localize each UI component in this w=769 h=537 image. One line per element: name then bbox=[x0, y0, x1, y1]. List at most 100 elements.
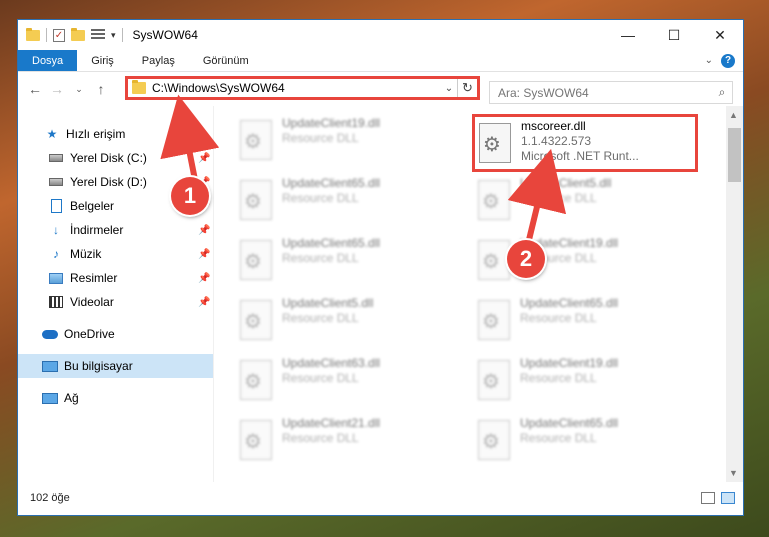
file-item[interactable]: UpdateClient21.dllResource DLL bbox=[240, 416, 460, 472]
folder-icon bbox=[132, 80, 146, 94]
disk-icon bbox=[48, 175, 64, 189]
vertical-scrollbar[interactable]: ▲ ▼ bbox=[726, 106, 743, 482]
file-type: Resource DLL bbox=[520, 191, 597, 205]
file-type: Resource DLL bbox=[282, 371, 359, 385]
properties-check-icon[interactable]: ✓ bbox=[53, 28, 65, 42]
dll-file-icon bbox=[240, 120, 272, 160]
maximize-button[interactable]: ☐ bbox=[651, 20, 697, 50]
file-item[interactable]: UpdateClient65.dllResource DLL bbox=[478, 416, 698, 472]
file-item[interactable]: UpdateClient63.dllResource DLL bbox=[240, 356, 460, 412]
refresh-icon[interactable]: ↻ bbox=[457, 79, 477, 97]
scroll-up-icon[interactable]: ▲ bbox=[729, 110, 738, 120]
folder-icon[interactable] bbox=[26, 27, 40, 41]
sidebar-item-label: Yerel Disk (D:) bbox=[70, 175, 147, 189]
back-arrow-icon[interactable]: ← bbox=[24, 81, 46, 97]
file-item[interactable]: UpdateClient19.dllResource DLL bbox=[240, 116, 460, 172]
file-item[interactable]: UpdateClient19.dllResource DLL bbox=[478, 356, 698, 412]
file-item[interactable]: UpdateClient5.dllResource DLL bbox=[240, 296, 460, 352]
window-controls: — ☐ ✕ bbox=[605, 20, 743, 50]
network-icon bbox=[42, 391, 58, 405]
sidebar-item-downloads[interactable]: ↓ İndirmeler 📌 bbox=[18, 218, 213, 242]
file-name: UpdateClient5.dll bbox=[520, 176, 612, 190]
dll-file-icon bbox=[478, 240, 510, 280]
pin-icon[interactable]: 📌 bbox=[198, 153, 210, 164]
file-item[interactable]: UpdateClient5.dllResource DLL bbox=[478, 176, 698, 232]
tab-file[interactable]: Dosya bbox=[18, 50, 78, 71]
title-bar: ✓ ▾ SysWOW64 — ☐ ✕ bbox=[18, 20, 743, 50]
item-count: 102 öğe bbox=[30, 492, 70, 504]
file-type: Resource DLL bbox=[520, 311, 597, 325]
sidebar-item-label: Ağ bbox=[64, 391, 79, 405]
file-item[interactable]: UpdateClient65.dllResource DLL bbox=[240, 176, 460, 232]
file-type: Resource DLL bbox=[282, 431, 359, 445]
file-name: UpdateClient5.dll bbox=[282, 296, 374, 310]
dll-file-icon bbox=[240, 180, 272, 220]
tiles-view-icon[interactable] bbox=[721, 492, 735, 504]
minimize-button[interactable]: — bbox=[605, 20, 651, 50]
sidebar-item-videos[interactable]: Videolar 📌 bbox=[18, 290, 213, 314]
file-list: UpdateClient19.dllResource DLL UpdateCli… bbox=[214, 106, 743, 482]
close-button[interactable]: ✕ bbox=[697, 20, 743, 50]
separator bbox=[46, 28, 47, 42]
customize-icon[interactable] bbox=[91, 29, 105, 41]
file-type: Resource DLL bbox=[282, 191, 359, 205]
customize-dropdown-icon[interactable]: ▾ bbox=[111, 30, 116, 41]
sidebar-item-music[interactable]: ♪ Müzik 📌 bbox=[18, 242, 213, 266]
step-badge-1: 1 bbox=[171, 177, 209, 215]
ribbon-tabs: Dosya Giriş Paylaş Görünüm ⌄ ? bbox=[18, 50, 743, 72]
main-content: ★ Hızlı erişim Yerel Disk (C:) 📌 Yerel D… bbox=[18, 106, 743, 482]
address-path[interactable]: C:\Windows\SysWOW64 bbox=[152, 81, 441, 95]
sidebar-item-disk-c[interactable]: Yerel Disk (C:) 📌 bbox=[18, 146, 213, 170]
scroll-thumb[interactable] bbox=[728, 128, 741, 182]
scroll-down-icon[interactable]: ▼ bbox=[729, 468, 738, 478]
pin-icon[interactable]: 📌 bbox=[198, 273, 210, 284]
sidebar-item-label: Yerel Disk (C:) bbox=[70, 151, 147, 165]
file-version: 1.1.4322.573 bbox=[521, 134, 592, 148]
new-folder-icon[interactable] bbox=[71, 27, 85, 41]
ribbon-help-area: ⌄ ? bbox=[705, 50, 743, 71]
recent-locations-icon[interactable]: ⌄ bbox=[68, 84, 90, 95]
sidebar-item-quick-access[interactable]: ★ Hızlı erişim bbox=[18, 122, 213, 146]
navigation-pane: ★ Hızlı erişim Yerel Disk (C:) 📌 Yerel D… bbox=[18, 106, 214, 482]
disk-icon bbox=[48, 151, 64, 165]
window-title: SysWOW64 bbox=[132, 28, 198, 42]
sidebar-item-this-pc[interactable]: Bu bilgisayar bbox=[18, 354, 213, 378]
status-bar: 102 öğe bbox=[18, 481, 743, 515]
pin-icon[interactable]: 📌 bbox=[198, 297, 210, 308]
pin-icon[interactable]: 📌 bbox=[198, 225, 210, 236]
forward-arrow-icon[interactable]: → bbox=[46, 81, 68, 97]
up-arrow-icon[interactable]: ↑ bbox=[90, 81, 112, 97]
sidebar-item-onedrive[interactable]: OneDrive bbox=[18, 322, 213, 346]
pin-icon[interactable]: 📌 bbox=[198, 249, 210, 260]
details-view-icon[interactable] bbox=[701, 492, 715, 504]
sidebar-item-label: OneDrive bbox=[64, 327, 115, 341]
search-icon[interactable]: ⌕ bbox=[712, 85, 732, 100]
download-icon: ↓ bbox=[53, 223, 59, 237]
expand-ribbon-icon[interactable]: ⌄ bbox=[705, 55, 713, 66]
tab-view[interactable]: Görünüm bbox=[189, 50, 263, 71]
dll-file-icon bbox=[478, 420, 510, 460]
file-item-mscoreer[interactable]: mscoreer.dll 1.1.4322.573 Microsoft .NET… bbox=[472, 114, 698, 172]
file-item[interactable]: UpdateClient65.dllResource DLL bbox=[478, 296, 698, 352]
file-name: UpdateClient63.dll bbox=[282, 356, 381, 370]
search-input[interactable] bbox=[498, 85, 712, 100]
address-bar[interactable]: C:\Windows\SysWOW64 ⌄ ↻ bbox=[125, 76, 480, 100]
picture-icon bbox=[48, 271, 64, 285]
sidebar-item-label: Videolar bbox=[70, 295, 114, 309]
step-badge-2: 2 bbox=[507, 240, 545, 278]
tab-home[interactable]: Giriş bbox=[77, 50, 128, 71]
file-name: UpdateClient65.dll bbox=[520, 416, 619, 430]
sidebar-item-pictures[interactable]: Resimler 📌 bbox=[18, 266, 213, 290]
help-icon[interactable]: ? bbox=[721, 53, 735, 68]
star-icon: ★ bbox=[46, 127, 58, 141]
file-item[interactable]: UpdateClient65.dllResource DLL bbox=[240, 236, 460, 292]
video-icon bbox=[48, 295, 64, 309]
address-dropdown-icon[interactable]: ⌄ bbox=[441, 83, 457, 94]
tab-share[interactable]: Paylaş bbox=[128, 50, 189, 71]
document-icon bbox=[48, 199, 64, 213]
separator bbox=[121, 28, 123, 42]
view-switcher bbox=[701, 492, 735, 504]
sidebar-item-network[interactable]: Ağ bbox=[18, 386, 213, 410]
sidebar-item-label: Belgeler bbox=[70, 199, 115, 213]
search-box[interactable]: ⌕ bbox=[489, 81, 733, 104]
